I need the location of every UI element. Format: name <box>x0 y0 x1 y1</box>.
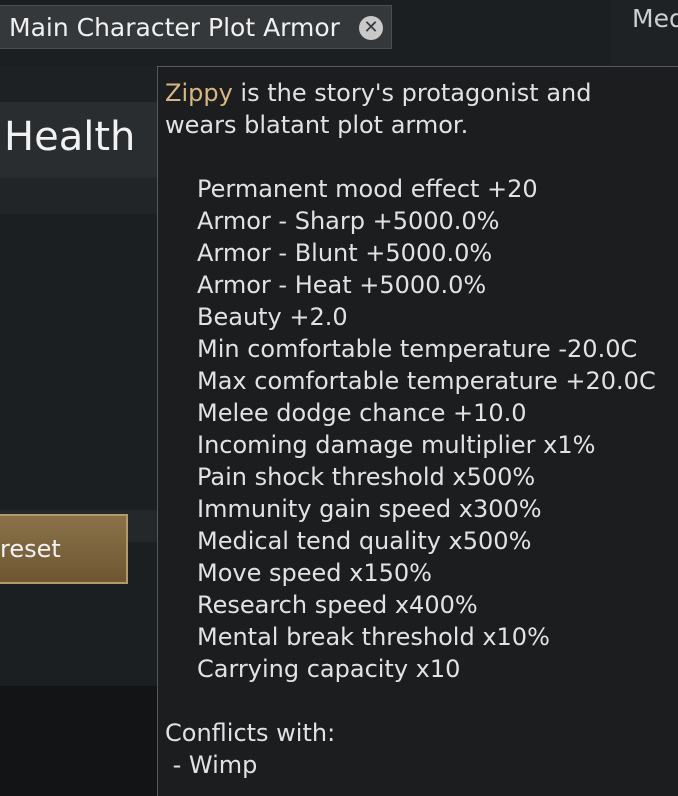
pawn-name: Zippy <box>165 79 233 107</box>
left-panel-bottom <box>0 686 157 796</box>
effect-line: Armor - Sharp +5000.0% <box>197 207 500 235</box>
effect-line: Beauty +2.0 <box>197 303 348 331</box>
reset-button[interactable]: reset <box>0 514 128 584</box>
effect-line: Permanent mood effect +20 <box>197 175 538 203</box>
tab-main-character-plot-armor[interactable]: Main Character Plot Armor ✕ <box>0 5 392 49</box>
effect-line: Min comfortable temperature -20.0C <box>197 335 638 363</box>
reset-button-label: reset <box>0 535 61 563</box>
conflicts-list: - Wimp <box>165 749 678 781</box>
left-panel: Health <box>0 66 157 796</box>
effect-line: Incoming damage multiplier x1% <box>197 431 596 459</box>
trait-tooltip: Zippy is the story's protagonist and wea… <box>157 66 678 796</box>
effect-line: Research speed x400% <box>197 591 478 619</box>
right-panel-label: Med <box>632 4 678 33</box>
effect-line: Armor - Heat +5000.0% <box>197 271 487 299</box>
left-panel-top <box>0 66 157 102</box>
effect-line: Mental break threshold x10% <box>197 623 550 651</box>
effect-line: Medical tend quality x500% <box>197 527 532 555</box>
left-panel-content <box>0 214 157 510</box>
effect-line: Melee dodge chance +10.0 <box>197 399 527 427</box>
tooltip-intro: Zippy is the story's protagonist and wea… <box>165 77 670 141</box>
conflict-item: - Wimp <box>165 751 258 779</box>
effect-line: Pain shock threshold x500% <box>197 463 536 491</box>
left-panel-strip <box>0 178 157 214</box>
health-tab[interactable]: Health <box>0 102 157 178</box>
tab-title: Main Character Plot Armor <box>9 12 340 42</box>
effect-line: Max comfortable temperature +20.0C <box>197 367 656 395</box>
effect-line: Carrying capacity x10 <box>197 655 461 683</box>
close-icon[interactable]: ✕ <box>359 16 383 40</box>
effects-list: Permanent mood effect +20 Armor - Sharp +… <box>165 173 678 685</box>
effect-line: Armor - Blunt +5000.0% <box>197 239 493 267</box>
health-label: Health <box>4 114 136 160</box>
effect-line: Immunity gain speed x300% <box>197 495 542 523</box>
right-panel-header: Med <box>610 0 678 66</box>
conflicts-section: Conflicts with: - Wimp <box>165 717 678 781</box>
effect-line: Move speed x150% <box>197 559 432 587</box>
conflicts-heading: Conflicts with: <box>165 719 336 747</box>
